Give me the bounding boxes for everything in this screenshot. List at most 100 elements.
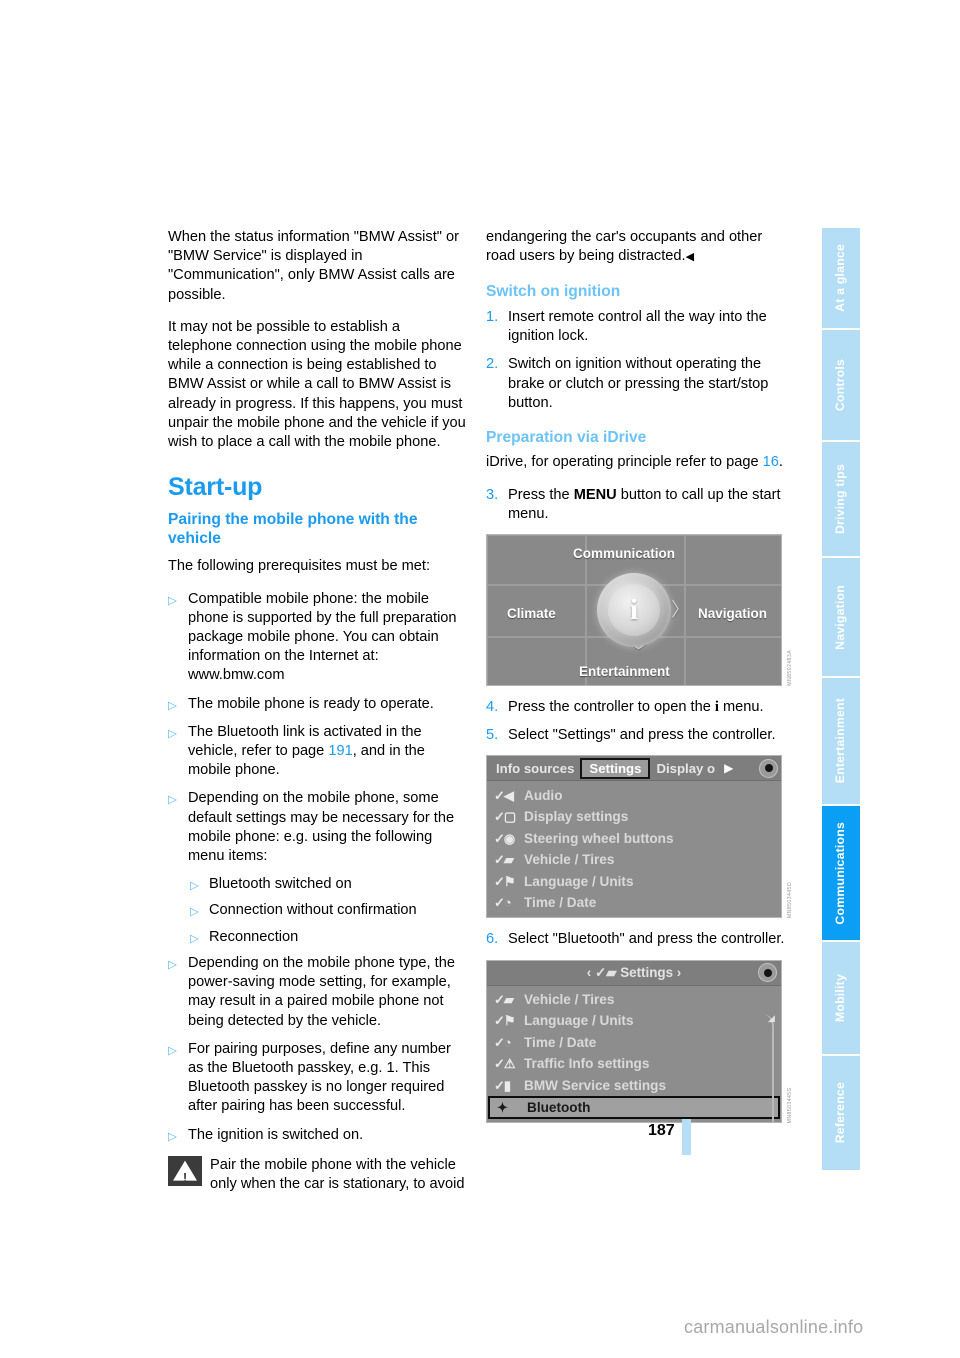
sidebar-item-reference[interactable]: Reference: [822, 1056, 860, 1170]
list-item[interactable]: ✓▢ Display settings: [487, 806, 781, 828]
chevron-right-icon[interactable]: ›: [677, 965, 681, 980]
list-item-label: For pairing purposes, define any number …: [188, 1040, 451, 1115]
info-i-icon: i: [629, 593, 639, 627]
paragraph-telephone-connection: It may not be possible to establish a te…: [168, 318, 466, 451]
warning-text: Pair the mobile phone with the vehicle o…: [210, 1156, 465, 1192]
step-number: 4.: [486, 699, 499, 716]
knob-inner: i: [608, 584, 660, 637]
menu-label-climate[interactable]: Climate: [507, 604, 556, 623]
list-item-label: Steering wheel buttons: [524, 830, 674, 846]
list-item-label: The mobile phone is ready to operate.: [188, 695, 434, 712]
list-item[interactable]: ✓▮ BMW Service settings: [487, 1075, 781, 1097]
vehicle-icon: ✓▰: [494, 852, 514, 868]
list-item[interactable]: ✓⚠ Traffic Info settings: [487, 1053, 781, 1075]
warning-box: ! Pair the mobile phone with the vehicle…: [168, 1155, 468, 1194]
step4-text-pre: Press the controller to open the: [508, 699, 715, 716]
left-column: When the status information "BMW Assist"…: [168, 228, 468, 1194]
list-item: 3. Press the MENU button to call up the …: [486, 486, 786, 524]
list-item: ▷ For pairing purposes, define any numbe…: [168, 1040, 468, 1117]
sidebar-item-label: Communications: [833, 821, 848, 925]
figure-code: MN8503445G: [786, 1086, 793, 1124]
step-number: 3.: [486, 486, 499, 503]
watermark: carmanualsonline.info: [684, 1317, 864, 1337]
figure-idrive-settings-menu: Info sources Settings Display o ▶ ✓◀ Audi…: [486, 755, 793, 919]
figure-idrive-settings-submenu: ‹ ✓▰ Settings › ✓▰ Vehicle / Tires ✓⚑ Lang…: [486, 959, 793, 1124]
sidebar-item-label: Navigation: [833, 584, 848, 650]
heading-switch-on-ignition: Switch on ignition: [486, 283, 621, 301]
list-item[interactable]: ✓▰ Vehicle / Tires: [487, 849, 781, 871]
warning-end-marker: ◀: [685, 251, 695, 264]
grid-cell: [685, 535, 781, 586]
index-tab-strip: At a glance Controls Driving tips Naviga…: [822, 228, 860, 1172]
idrive-controller-knob[interactable]: i: [597, 573, 671, 648]
chevron-right-icon[interactable]: ▶: [724, 759, 733, 778]
list-item: ▷ The Bluetooth link is activated in the…: [168, 723, 468, 781]
right-column: endangering the car's occupants and othe…: [486, 228, 793, 1135]
settings-menu-list: ✓◀ Audio ✓▢ Display settings ✓◉ Steering wh…: [487, 781, 781, 917]
paragraph-status-info: When the status information "BMW Assist"…: [168, 229, 459, 303]
warning-continuation: endangering the car's occupants and othe…: [486, 228, 786, 267]
list-item: ▷ The ignition is switched on.: [168, 1126, 468, 1145]
list-item-label: Time / Date: [524, 895, 597, 911]
triangle-bullet-icon: ▷: [168, 794, 177, 807]
grid-cell: [487, 535, 586, 586]
menu-label-entertainment[interactable]: Entertainment: [579, 662, 670, 681]
tab-display[interactable]: Display o: [650, 759, 721, 778]
triangle-bullet-icon: ▷: [168, 727, 177, 740]
step-text: Select "Settings" and press the controll…: [508, 727, 776, 744]
triangle-bullet-icon: ▷: [168, 594, 177, 607]
step-text: Press the MENU button to call up the sta…: [508, 486, 786, 524]
sidebar-item-controls[interactable]: Controls: [822, 330, 860, 440]
idrive-intro-post: .: [778, 454, 783, 471]
sidebar-item-label: Mobility: [833, 973, 848, 1023]
heading-preparation-via-idrive: Preparation via iDrive: [486, 428, 647, 446]
list-item[interactable]: ✓◔ Time / Date: [487, 1032, 781, 1054]
list-item[interactable]: ✓◉ Steering wheel buttons: [487, 827, 781, 849]
display-icon: ✓▢: [494, 809, 516, 825]
steering-wheel-icon: ✓◉: [494, 830, 515, 846]
sidebar-item-entertainment[interactable]: Entertainment: [822, 678, 860, 804]
list-item: ▷ Depending on the mobile phone, some de…: [168, 789, 468, 866]
list-item[interactable]: ✓⚑ Language / Units: [487, 1010, 781, 1032]
list-item[interactable]: ✓▰ Vehicle / Tires: [487, 989, 781, 1011]
sidebar-item-at-a-glance[interactable]: At a glance: [822, 228, 860, 328]
sidebar-item-driving-tips[interactable]: Driving tips: [822, 442, 860, 556]
submenu-title: ‹ ✓▰ Settings ›: [586, 965, 682, 981]
menu-label-communication[interactable]: Communication: [573, 544, 675, 563]
sidebar-item-mobility[interactable]: Mobility: [822, 942, 860, 1054]
list-item[interactable]: ✓⚑ Language / Units: [487, 870, 781, 892]
step-text: Press the controller to open the i menu.: [508, 698, 786, 717]
tab-settings[interactable]: Settings: [580, 757, 651, 779]
triangle-bullet-icon: ▷: [190, 880, 199, 893]
sidebar-item-label: Reference: [833, 1082, 848, 1144]
list-item: ▷ Compatible mobile phone: the mobile ph…: [168, 590, 468, 686]
sidebar-item-navigation[interactable]: Navigation: [822, 558, 860, 676]
sidebar-item-communications[interactable]: Communications: [822, 806, 860, 940]
list-item: 1. Insert remote control all the way int…: [486, 308, 786, 346]
sidebar-item-label: Entertainment: [833, 698, 848, 784]
step-number: 1.: [486, 308, 499, 325]
traffic-warning-icon: ✓⚠: [494, 1056, 516, 1072]
list-item[interactable]: ✓◔ Time / Date: [487, 892, 781, 914]
idrive-intro-pre: iDrive, for operating principle refer to…: [486, 454, 763, 471]
submenu-list: ✓▰ Vehicle / Tires ✓⚑ Language / Units ✓◔ T…: [487, 986, 781, 1123]
step-text: Select "Bluetooth" and press the control…: [508, 931, 785, 948]
list-item-label: Language / Units: [524, 873, 634, 889]
list-item-label: The Bluetooth link is activated in the v…: [188, 723, 468, 781]
step-text: Switch on ignition without operating the…: [508, 356, 769, 411]
page-reference-link[interactable]: 16: [763, 454, 779, 470]
list-item-label: Audio: [524, 787, 563, 803]
list-item-label: Vehicle / Tires: [524, 852, 615, 868]
manual-page: When the status information "BMW Assist"…: [0, 0, 960, 1358]
list-item-bluetooth[interactable]: ✦ Bluetooth: [488, 1096, 780, 1120]
list-item[interactable]: ✓◀ Audio: [487, 784, 781, 806]
prerequisites-intro: The following prerequisites must be met:: [168, 558, 430, 575]
chevron-left-icon[interactable]: ‹: [587, 965, 591, 980]
triangle-bullet-icon: ▷: [190, 906, 199, 919]
page-reference-link[interactable]: 191: [328, 743, 352, 759]
grid-cell: [685, 637, 781, 686]
menu-label-navigation[interactable]: Navigation: [698, 604, 767, 623]
tab-info-sources[interactable]: Info sources: [490, 759, 580, 778]
list-item-label: Bluetooth switched on: [209, 876, 352, 893]
scrollbar[interactable]: [762, 1013, 774, 1123]
